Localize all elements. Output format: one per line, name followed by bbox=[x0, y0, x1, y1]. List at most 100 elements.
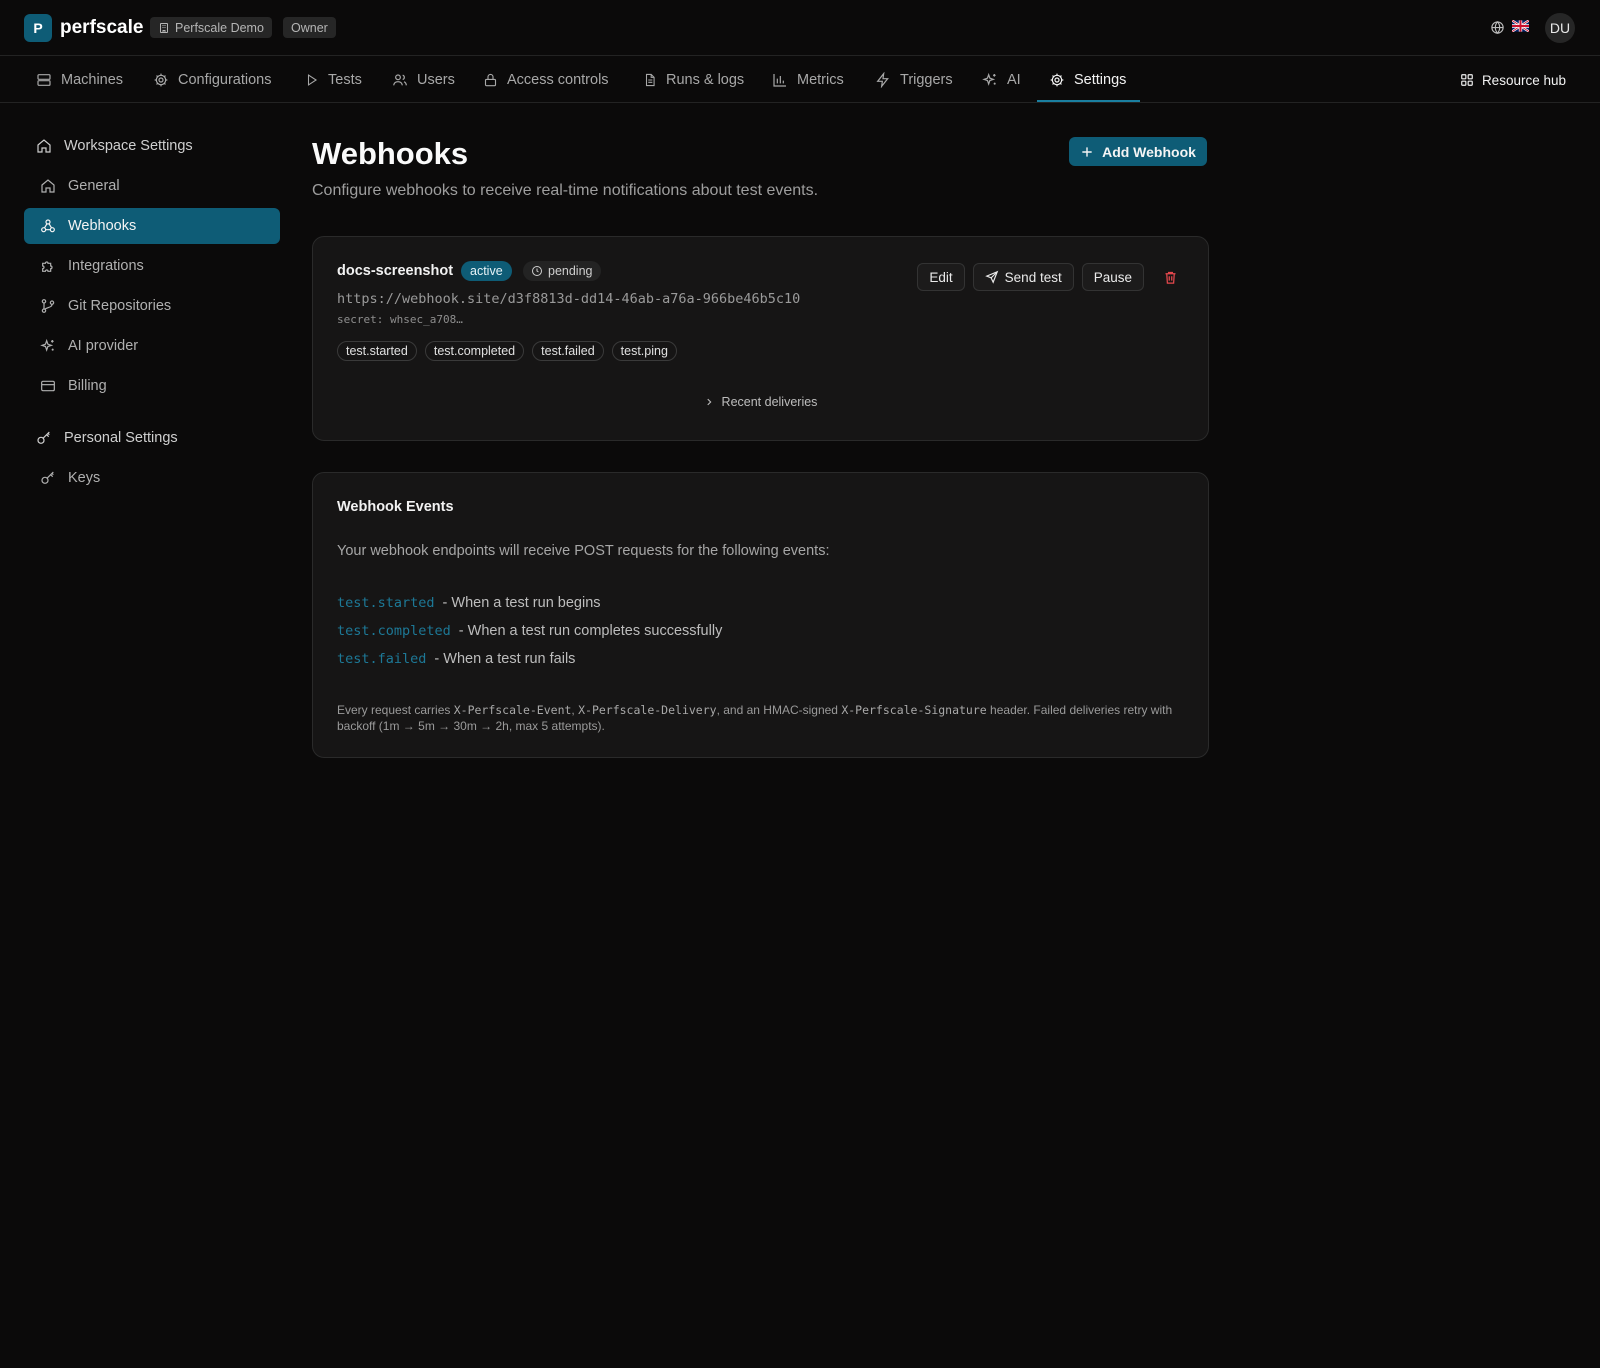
nav-label: Settings bbox=[1074, 72, 1127, 88]
pause-button[interactable]: Pause bbox=[1081, 263, 1144, 291]
nav-metrics[interactable]: Metrics bbox=[772, 57, 844, 103]
header-name: X-Perfscale-Signature bbox=[841, 703, 987, 717]
edit-button[interactable]: Edit bbox=[917, 263, 965, 291]
resource-hub-label: Resource hub bbox=[1481, 72, 1566, 88]
document-icon bbox=[643, 72, 657, 88]
sidebar-item-billing[interactable]: Billing bbox=[28, 368, 284, 404]
sidebar-item-label: General bbox=[68, 178, 120, 194]
brand-name[interactable]: perfscale bbox=[60, 14, 143, 42]
nav-label: Tests bbox=[328, 72, 362, 88]
sidebar-heading-label: Personal Settings bbox=[64, 430, 178, 446]
active-tab-indicator bbox=[1037, 100, 1140, 102]
sidebar-item-label: Billing bbox=[68, 378, 107, 394]
event-code: test.completed bbox=[337, 623, 451, 639]
home-icon bbox=[36, 138, 52, 154]
git-branch-icon bbox=[40, 298, 56, 314]
nav-label: Configurations bbox=[178, 72, 272, 88]
globe-icon[interactable] bbox=[1490, 20, 1505, 35]
delivery-state-badge: pending bbox=[523, 261, 601, 281]
nav-label: AI bbox=[1007, 72, 1021, 88]
nav-label: Access controls bbox=[507, 72, 609, 88]
nav-label: Metrics bbox=[797, 72, 844, 88]
events-footnote: Every request carries X-Perfscale-Event,… bbox=[337, 702, 1177, 734]
delete-button[interactable] bbox=[1156, 263, 1184, 291]
status-badge: active bbox=[461, 261, 512, 281]
sidebar-item-label: Keys bbox=[68, 470, 101, 486]
nav-label: Runs & logs bbox=[666, 72, 745, 88]
workspace-chip[interactable]: Perfscale Demo bbox=[150, 17, 272, 38]
add-webhook-button[interactable]: Add Webhook bbox=[1069, 137, 1207, 166]
top-bar: P perfscale Perfscale Demo Owner DU bbox=[0, 0, 1600, 56]
sidebar-heading-personal[interactable]: Personal Settings bbox=[24, 420, 280, 456]
app-logo[interactable]: P bbox=[24, 14, 52, 42]
sidebar-heading-workspace[interactable]: Workspace Settings bbox=[24, 128, 280, 164]
grid-icon bbox=[1460, 73, 1474, 87]
role-badge: Owner bbox=[283, 17, 336, 38]
event-code: test.started bbox=[337, 595, 435, 611]
nav-users[interactable]: Users bbox=[392, 57, 455, 103]
gear-icon bbox=[1049, 72, 1065, 88]
play-icon bbox=[305, 72, 319, 88]
key-icon bbox=[36, 430, 52, 446]
server-icon bbox=[36, 72, 52, 88]
events-card-title: Webhook Events bbox=[337, 499, 454, 515]
gear-icon bbox=[153, 72, 169, 88]
note-text: , and an HMAC-signed bbox=[716, 703, 842, 717]
sidebar-item-general[interactable]: General bbox=[28, 168, 284, 204]
sidebar-item-keys[interactable]: Keys bbox=[28, 460, 284, 496]
main-nav: Machines Configurations Tests Users Acce… bbox=[0, 57, 1600, 103]
nav-triggers[interactable]: Triggers bbox=[875, 57, 953, 103]
nav-configurations[interactable]: Configurations bbox=[153, 57, 272, 103]
event-text: - When a test run fails bbox=[434, 651, 576, 667]
nav-label: Machines bbox=[61, 72, 124, 88]
event-chip: test.failed bbox=[532, 341, 604, 361]
trash-icon bbox=[1163, 270, 1178, 285]
sidebar-item-ai-provider[interactable]: AI provider bbox=[28, 328, 284, 364]
webhook-events-card: Webhook Events Your webhook endpoints wi… bbox=[312, 472, 1209, 758]
event-chip: test.started bbox=[337, 341, 417, 361]
user-avatar[interactable]: DU bbox=[1545, 13, 1575, 43]
uk-flag-icon[interactable] bbox=[1512, 20, 1529, 32]
delivery-state-label: pending bbox=[548, 264, 593, 278]
nav-runs-logs[interactable]: Runs & logs bbox=[643, 57, 744, 103]
nav-settings[interactable]: Settings bbox=[1049, 57, 1126, 103]
sidebar-item-integrations[interactable]: Integrations bbox=[28, 248, 284, 284]
webhook-name: docs-screenshot bbox=[337, 263, 454, 279]
header-name: X-Perfscale-Delivery bbox=[578, 703, 717, 717]
sidebar-item-git-repositories[interactable]: Git Repositories bbox=[28, 288, 284, 324]
webhook-icon bbox=[40, 218, 56, 234]
sidebar-item-label: Git Repositories bbox=[68, 298, 172, 314]
webhook-actions: Edit Send test Pause bbox=[917, 263, 1184, 291]
event-chip: test.completed bbox=[424, 341, 525, 361]
resource-hub-link[interactable]: Resource hub bbox=[1460, 57, 1566, 103]
recent-deliveries-toggle[interactable]: Recent deliveries bbox=[313, 395, 1208, 409]
credit-card-icon bbox=[40, 378, 56, 394]
page-title: Webhooks bbox=[312, 136, 469, 171]
nav-label: Triggers bbox=[900, 72, 953, 88]
event-description: test.completed - When a test run complet… bbox=[337, 623, 722, 639]
event-chips: test.started test.completed test.failed … bbox=[337, 341, 677, 361]
bar-chart-icon bbox=[772, 72, 788, 88]
send-icon bbox=[984, 270, 999, 284]
page-subtitle: Configure webhooks to receive real-time … bbox=[312, 182, 819, 199]
webhook-secret: secret: whsec_a708… bbox=[337, 313, 463, 326]
key-icon bbox=[40, 470, 56, 486]
webhook-card: docs-screenshot active pending https://w… bbox=[312, 236, 1209, 441]
nav-tests[interactable]: Tests bbox=[305, 57, 362, 103]
sidebar-item-webhooks[interactable]: Webhooks bbox=[24, 208, 280, 244]
note-text: Every request carries bbox=[337, 703, 454, 717]
event-chip: test.ping bbox=[611, 341, 677, 361]
nav-label: Users bbox=[417, 72, 455, 88]
sidebar-item-label: Webhooks bbox=[68, 218, 137, 234]
sidebar-item-label: Integrations bbox=[68, 258, 144, 274]
lock-icon bbox=[483, 72, 498, 88]
event-text: - When a test run begins bbox=[442, 595, 601, 611]
nav-ai[interactable]: AI bbox=[982, 57, 1021, 103]
nav-access-controls[interactable]: Access controls bbox=[483, 57, 609, 103]
sidebar-item-label: AI provider bbox=[68, 338, 139, 354]
puzzle-icon bbox=[40, 258, 56, 274]
nav-machines[interactable]: Machines bbox=[36, 57, 123, 103]
send-test-button[interactable]: Send test bbox=[972, 263, 1074, 291]
recent-deliveries-label: Recent deliveries bbox=[721, 395, 818, 409]
event-description: test.failed - When a test run fails bbox=[337, 651, 575, 667]
